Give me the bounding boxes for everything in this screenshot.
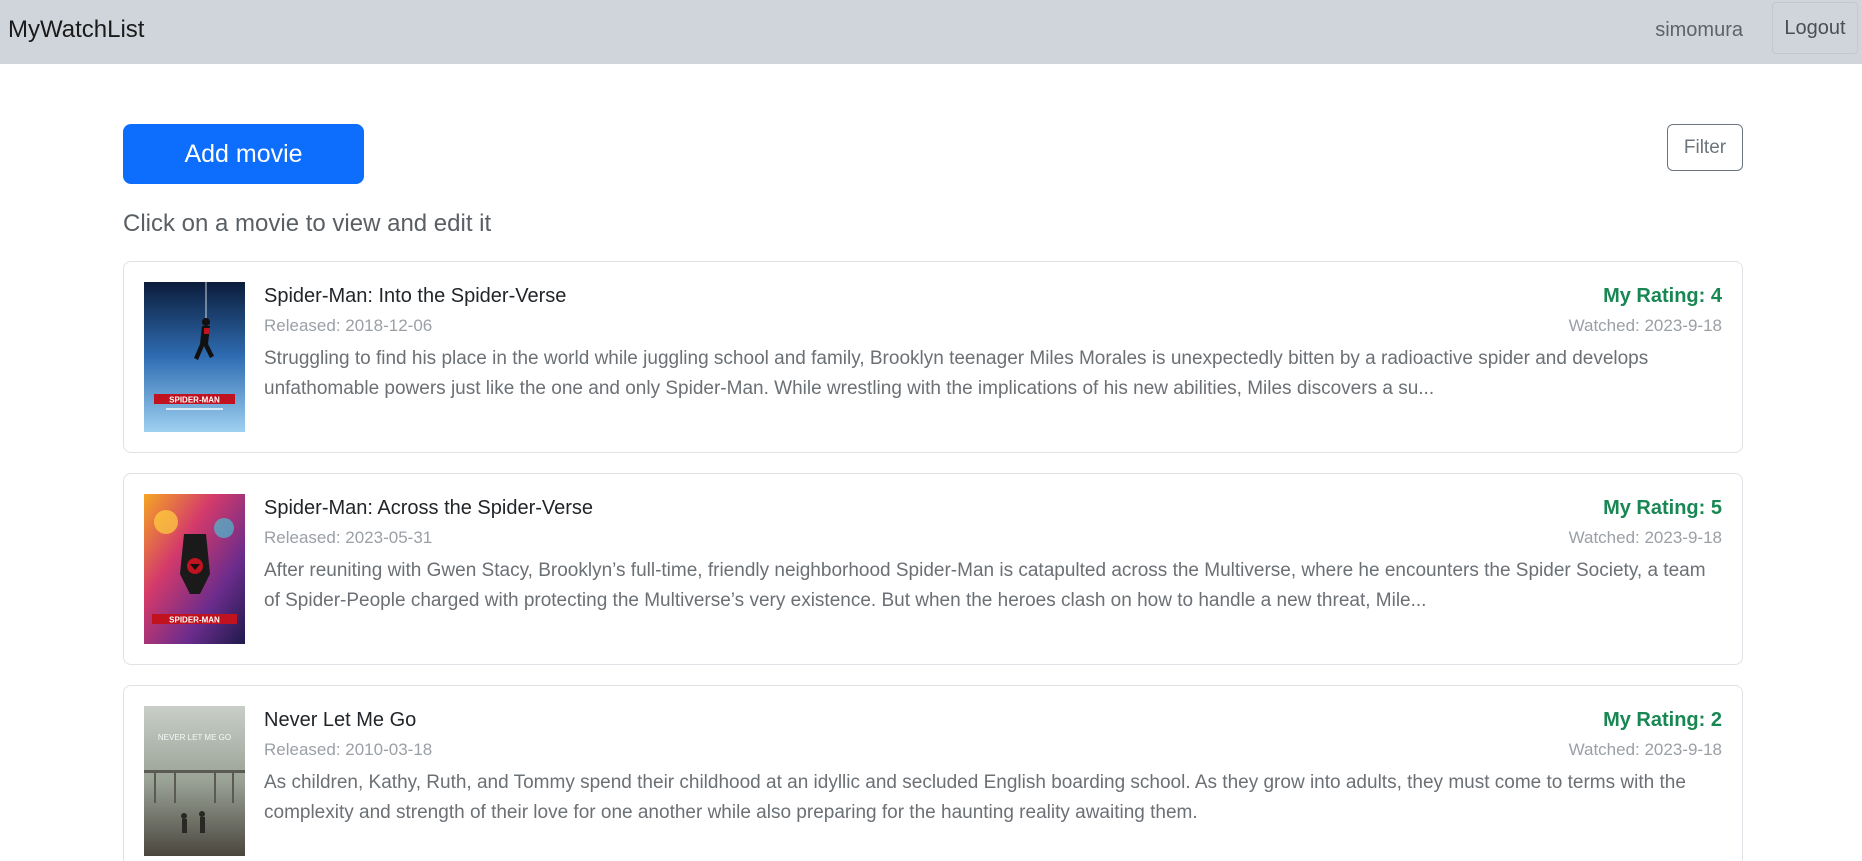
release-date: Released: 2023-05-31: [264, 528, 433, 547]
movie-description: After reuniting with Gwen Stacy, Brookly…: [264, 560, 1706, 611]
username-label: simomura: [1655, 19, 1743, 41]
brand-link[interactable]: MyWatchList: [8, 14, 144, 46]
filter-button[interactable]: Filter: [1667, 124, 1743, 171]
release-date: Released: 2018-12-06: [264, 316, 433, 335]
movie-title: Never Let Me Go: [264, 709, 417, 731]
my-rating: My Rating: 4: [1603, 285, 1722, 307]
movie-title: Spider-Man: Into the Spider-Verse: [264, 285, 567, 307]
movie-poster: SPIDER-MAN: [144, 494, 245, 644]
movie-poster: NEVER LET ME GO: [144, 706, 245, 856]
movie-card[interactable]: SPIDER-MAN Spider-Man: Across the Spider…: [123, 473, 1743, 665]
svg-text:SPIDER-MAN: SPIDER-MAN: [169, 616, 220, 625]
watched-date: Watched: 2023-9-18: [1568, 740, 1722, 759]
watched-date: Watched: 2023-9-18: [1568, 528, 1722, 547]
svg-text:SPIDER-MAN: SPIDER-MAN: [169, 396, 220, 405]
navbar: MyWatchList simomura Logout: [0, 0, 1862, 64]
svg-text:NEVER LET ME GO: NEVER LET ME GO: [158, 733, 231, 742]
watched-date: Watched: 2023-9-18: [1568, 316, 1722, 335]
release-date: Released: 2010-03-18: [264, 740, 433, 759]
movie-title: Spider-Man: Across the Spider-Verse: [264, 497, 594, 519]
logout-button[interactable]: Logout: [1772, 2, 1858, 54]
instruction-text: Click on a movie to view and edit it: [123, 210, 492, 237]
my-rating: My Rating: 2: [1603, 709, 1722, 731]
movie-card[interactable]: SPIDER-MAN Spider-Man: Into the Spider-V…: [123, 261, 1743, 453]
movie-card[interactable]: NEVER LET ME GO Never Let Me Go Released…: [123, 685, 1743, 861]
my-rating: My Rating: 5: [1603, 497, 1722, 519]
movie-poster: SPIDER-MAN: [144, 282, 245, 432]
movie-description: As children, Kathy, Ruth, and Tommy spen…: [264, 772, 1686, 823]
add-movie-button[interactable]: Add movie: [123, 124, 364, 184]
movie-description: Struggling to find his place in the worl…: [264, 348, 1649, 399]
